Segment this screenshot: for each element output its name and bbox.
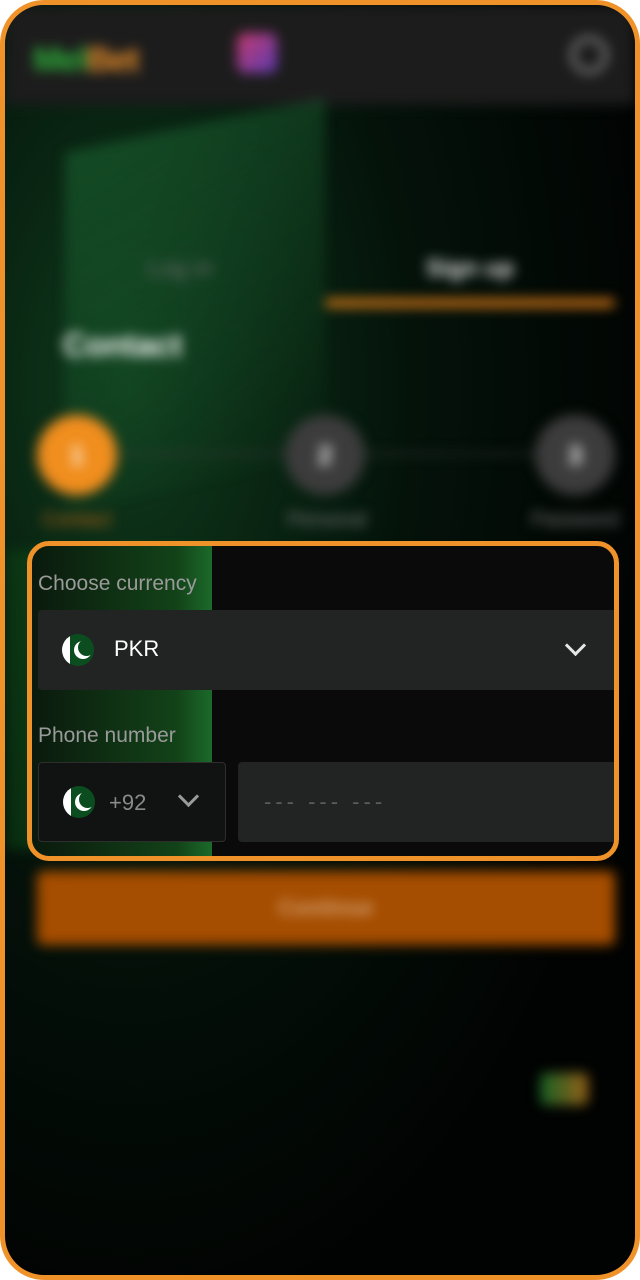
currency-value: PKR: [114, 636, 160, 661]
step-3: 3: [535, 415, 615, 495]
step-2-label: Personal: [287, 509, 367, 531]
user-icon[interactable]: [571, 37, 607, 73]
promo-badge-icon[interactable]: [237, 33, 277, 73]
top-bar: MelBet: [5, 5, 635, 105]
active-tab-indicator: [325, 299, 615, 307]
tab-login[interactable]: Log in: [35, 255, 325, 283]
section-title: Contact: [63, 327, 183, 363]
currency-label: Choose currency: [38, 572, 197, 595]
pakistan-flag-icon: [63, 786, 95, 818]
logo-part-1: Mel: [33, 41, 88, 79]
tab-signup[interactable]: Sign up: [325, 255, 615, 283]
phone-label: Phone number: [38, 724, 176, 747]
auth-tabs: Log in Sign up: [35, 255, 615, 315]
pakistan-flag-icon: [62, 634, 94, 666]
step-1-label: Contact: [42, 509, 112, 531]
chevron-down-icon: [564, 634, 587, 657]
step-1: 1: [37, 415, 117, 495]
step-2: 2: [285, 415, 365, 495]
brand-logo[interactable]: MelBet: [33, 41, 140, 80]
continue-button[interactable]: Continue: [37, 871, 615, 945]
currency-select[interactable]: PKR: [38, 610, 614, 690]
logo-part-2: Bet: [86, 41, 140, 79]
highlighted-form: Choose currency PKR Phone number +92: [27, 541, 619, 861]
phone-number-input[interactable]: [238, 762, 614, 842]
country-code-value: +92: [109, 790, 147, 815]
country-code-select[interactable]: +92: [38, 762, 226, 842]
chevron-down-icon: [177, 785, 200, 808]
phone-frame: MelBet Log in Sign up Contact 1 2 3 Cont…: [0, 0, 640, 1280]
step-3-label: Password: [531, 509, 619, 531]
footer-logo-icon: [540, 1073, 588, 1105]
